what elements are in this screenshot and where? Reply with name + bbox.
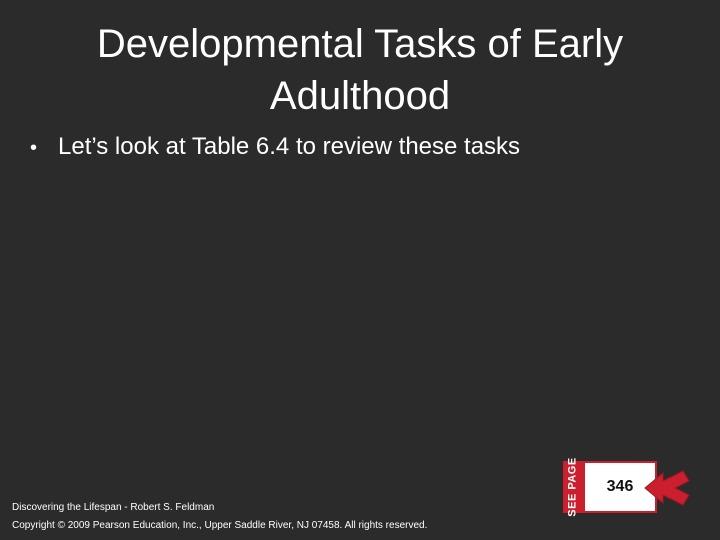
see-page-tab: SEE PAGE <box>563 457 583 517</box>
slide-title: Developmental Tasks of Early Adulthood <box>96 22 624 118</box>
footer-copyright: Copyright © 2009 Pearson Education, Inc.… <box>12 520 428 531</box>
bullet-list: • Let’s look at Table 6.4 to review thes… <box>30 130 690 165</box>
bullet-text: Let’s look at Table 6.4 to review these … <box>58 133 521 160</box>
slide: Developmental Tasks of Early Adulthood •… <box>0 0 720 540</box>
arrow-pointer-icon <box>644 470 690 506</box>
bullet-item: • Let’s look at Table 6.4 to review thes… <box>30 130 690 165</box>
see-page-label: SEE PAGE <box>567 457 579 517</box>
see-page-number: 346 <box>606 478 634 495</box>
bullet-dot-icon: • <box>30 137 38 159</box>
see-page-badge[interactable]: SEE PAGE 346 <box>563 457 693 517</box>
footer-source: Discovering the Lifespan - Robert S. Fel… <box>12 502 215 513</box>
